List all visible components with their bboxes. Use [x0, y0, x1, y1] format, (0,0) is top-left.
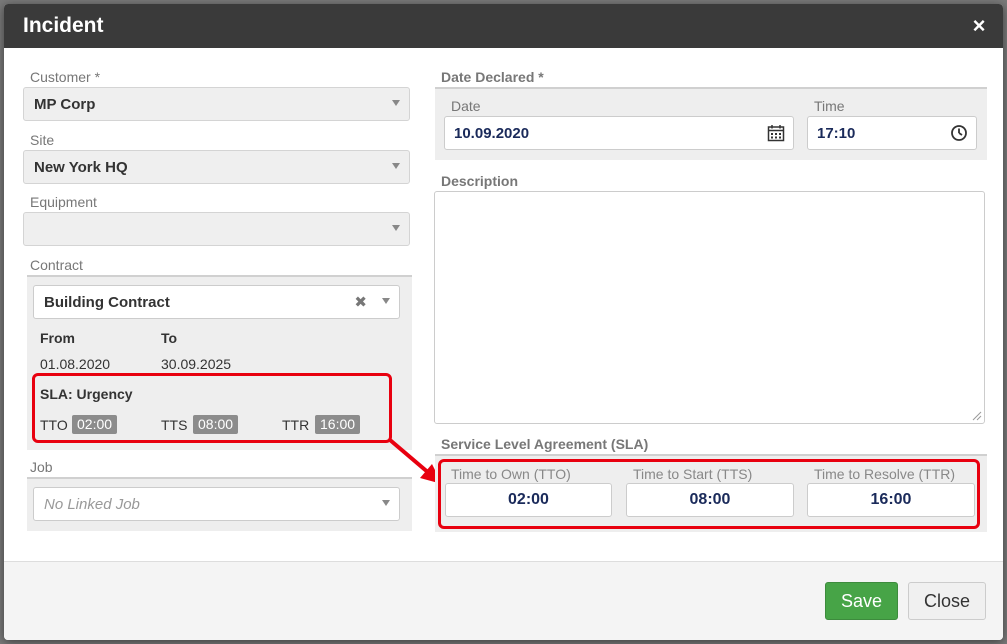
description-label: Description: [441, 173, 519, 189]
job-placeholder: No Linked Job: [44, 496, 140, 513]
customer-label: Customer *: [30, 69, 101, 85]
chevron-down-icon: [392, 163, 400, 169]
contract-to-value: 30.09.2025: [161, 356, 232, 372]
customer-value: MP Corp: [34, 96, 96, 113]
contract-label: Contract: [30, 257, 83, 273]
chevron-down-icon: [382, 298, 390, 304]
chevron-down-icon: [392, 225, 400, 231]
modal-header: Incident ×: [4, 4, 1003, 48]
save-button[interactable]: Save: [825, 582, 898, 620]
close-icon[interactable]: ×: [967, 12, 991, 40]
time-input[interactable]: 17:10: [807, 116, 977, 150]
time-label: Time: [814, 98, 845, 114]
contract-select[interactable]: Building Contract ✖: [33, 285, 400, 319]
site-value: New York HQ: [34, 159, 128, 176]
sla-fields-highlight-box: [438, 459, 980, 529]
chevron-down-icon: [382, 500, 390, 506]
contract-to-label: To: [161, 330, 178, 346]
equipment-select[interactable]: [23, 212, 410, 246]
chevron-down-icon: [392, 100, 400, 106]
contract-from-value: 01.08.2020: [40, 356, 111, 372]
time-value: 17:10: [817, 125, 856, 142]
equipment-label: Equipment: [30, 194, 97, 210]
calendar-icon[interactable]: [767, 124, 785, 142]
incident-modal: Incident × Customer * MP Corp Site New Y…: [4, 4, 1003, 640]
clock-icon[interactable]: [950, 124, 968, 142]
modal-footer: Save Close: [4, 561, 1003, 640]
modal-title: Incident: [23, 14, 104, 37]
contract-value: Building Contract: [44, 294, 170, 311]
close-button[interactable]: Close: [908, 582, 986, 620]
site-label: Site: [30, 132, 55, 148]
date-input[interactable]: 10.09.2020: [444, 116, 794, 150]
date-label: Date: [451, 98, 481, 114]
clear-icon[interactable]: ✖: [354, 293, 367, 311]
description-textarea[interactable]: [434, 191, 985, 424]
date-value: 10.09.2020: [454, 125, 530, 142]
job-select[interactable]: No Linked Job: [33, 487, 400, 521]
sla-label: Service Level Agreement (SLA): [441, 436, 649, 452]
resize-handle[interactable]: [972, 411, 982, 421]
site-select[interactable]: New York HQ: [23, 150, 410, 184]
sla-highlight-box: [32, 373, 392, 443]
contract-from-label: From: [40, 330, 75, 346]
date-declared-label: Date Declared *: [441, 69, 544, 85]
customer-select[interactable]: MP Corp: [23, 87, 410, 121]
job-label: Job: [30, 459, 53, 475]
